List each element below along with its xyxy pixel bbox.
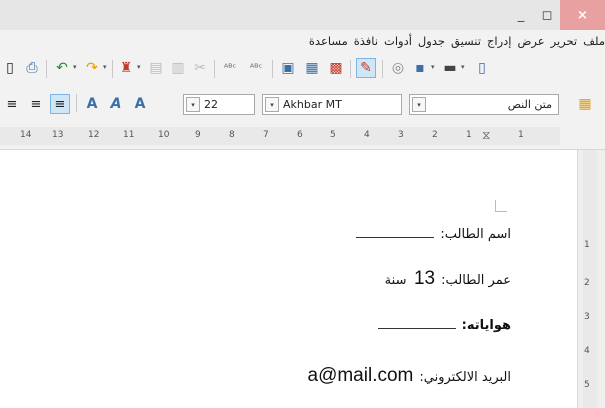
pdf-export-icon[interactable]: ▩ bbox=[326, 58, 346, 78]
copy-icon[interactable]: ▥ bbox=[168, 58, 188, 78]
ruler-number: 10 bbox=[158, 130, 170, 140]
redo-dropdown-icon[interactable]: ▾ bbox=[103, 63, 107, 71]
align-left-icon[interactable]: ≡ bbox=[50, 94, 70, 114]
formatting-toolbar: ≡ ≡ ≡ A A A ▾ 22 ▾ Akhbar MT ▾ متن النص … bbox=[0, 86, 605, 122]
sidebar-icon[interactable]: ▦ bbox=[575, 94, 595, 114]
toolbar-separator bbox=[272, 60, 273, 78]
menu-bar: ملف تحرير عرض إدراج تنسيق جدول أدوات ناف… bbox=[0, 30, 605, 52]
student-age-label: عمر الطالب: bbox=[441, 273, 511, 288]
ruler-number: 6 bbox=[297, 130, 303, 140]
text-boundary-corner bbox=[495, 200, 507, 212]
menu-file[interactable]: ملف bbox=[583, 34, 605, 48]
email-value: a@mail.com bbox=[307, 365, 414, 386]
fontwork-icon[interactable]: ◎ bbox=[388, 58, 408, 78]
font-name-combo[interactable]: ▾ Akhbar MT bbox=[262, 94, 402, 115]
ruler-number: 9 bbox=[195, 130, 201, 140]
ruler-number: 1 bbox=[518, 130, 524, 140]
ruler-number: 7 bbox=[263, 130, 269, 140]
horizontal-ruler[interactable]: 14 13 12 11 10 9 8 7 6 5 4 3 2 1 ⧖ 1 bbox=[0, 122, 605, 150]
title-bar: _ ◻ × bbox=[0, 0, 605, 30]
ruler-number: 8 bbox=[229, 130, 235, 140]
hobbies-blank bbox=[377, 319, 456, 329]
open-icon[interactable]: ▬ bbox=[440, 58, 460, 78]
undo-dropdown-icon[interactable]: ▾ bbox=[73, 63, 77, 71]
vruler-number: 3 bbox=[584, 312, 590, 322]
student-name-label: اسم الطالب: bbox=[440, 227, 511, 242]
save-dropdown-icon[interactable]: ▾ bbox=[431, 63, 435, 71]
vruler-number: 5 bbox=[584, 380, 590, 390]
menu-format[interactable]: تنسيق bbox=[451, 34, 481, 48]
chevron-down-icon[interactable]: ▾ bbox=[186, 97, 200, 112]
vruler-number: 1 bbox=[584, 240, 590, 250]
paragraph-style-value: متن النص bbox=[507, 98, 552, 111]
toolbar-separator bbox=[76, 94, 77, 112]
align-right-icon[interactable]: ≡ bbox=[2, 94, 22, 114]
redo-icon[interactable]: ↷ bbox=[82, 58, 102, 78]
ruler-number: 1 bbox=[466, 130, 472, 140]
cut-icon[interactable]: ✂ bbox=[190, 58, 210, 78]
email-label: البريد الالكتروني: bbox=[419, 370, 511, 385]
open-dropdown-icon[interactable]: ▾ bbox=[461, 63, 465, 71]
ruler-number: 5 bbox=[330, 130, 336, 140]
toolbar-separator bbox=[350, 60, 351, 78]
menu-view[interactable]: عرض bbox=[517, 34, 544, 48]
menu-edit[interactable]: تحرير bbox=[551, 34, 578, 48]
bold-fontwork-icon[interactable]: A bbox=[130, 94, 150, 114]
font-size-combo[interactable]: ▾ 22 bbox=[183, 94, 255, 115]
toolbar-separator bbox=[382, 60, 383, 78]
ruler-strip bbox=[0, 127, 560, 145]
indent-marker-icon[interactable]: ⧖ bbox=[482, 128, 490, 143]
toolbar-separator bbox=[112, 60, 113, 78]
new-document-icon[interactable]: ▯ bbox=[472, 58, 492, 78]
paste-icon[interactable]: ▤ bbox=[146, 58, 166, 78]
spellcheck-icon[interactable]: ᴬᴮᶜ bbox=[220, 58, 240, 78]
save-icon[interactable]: ▪ bbox=[410, 58, 430, 78]
toggle-edit-mode-icon[interactable]: ✎ bbox=[356, 58, 376, 78]
menu-tools[interactable]: أدوات bbox=[384, 34, 412, 48]
ruler-number: 12 bbox=[88, 130, 100, 140]
ruler-number: 2 bbox=[432, 130, 438, 140]
clone-formatting-icon[interactable]: ♜ bbox=[116, 58, 136, 78]
chevron-down-icon[interactable]: ▾ bbox=[412, 97, 426, 112]
hobbies-label: هواياته: bbox=[461, 318, 511, 333]
menu-table[interactable]: جدول bbox=[418, 34, 445, 48]
chevron-down-icon[interactable]: ▾ bbox=[265, 97, 279, 112]
italic-fontwork-icon[interactable]: A bbox=[106, 94, 126, 114]
navigator-icon[interactable]: ▣ bbox=[278, 58, 298, 78]
close-button[interactable]: × bbox=[560, 0, 605, 30]
toolbar-separator bbox=[46, 60, 47, 78]
student-age-value: 13 bbox=[413, 268, 436, 289]
standard-toolbar: ▯ ⎙ ↶ ▾ ↷ ▾ ♜ ▾ ▤ ▥ ✂ ᴬᴮᶜ ᴬᴮᶜ ▣ ▦ ▩ ✎ ◎ … bbox=[0, 52, 605, 86]
menu-insert[interactable]: إدراج bbox=[487, 34, 512, 48]
menu-help[interactable]: مساعدة bbox=[309, 34, 348, 48]
align-center-icon[interactable]: ≡ bbox=[26, 94, 46, 114]
maximize-button[interactable]: ◻ bbox=[532, 0, 562, 30]
save-toolbar-icon[interactable]: ▦ bbox=[302, 58, 322, 78]
autospell-icon[interactable]: ᴬᴮᶜ bbox=[246, 58, 266, 78]
student-age-unit: سنة bbox=[384, 273, 407, 288]
ruler-number: 4 bbox=[364, 130, 370, 140]
undo-icon[interactable]: ↶ bbox=[52, 58, 72, 78]
font-color-icon[interactable]: A bbox=[82, 94, 102, 114]
ruler-number: 11 bbox=[123, 130, 135, 140]
document-icon[interactable]: ▯ bbox=[0, 58, 20, 78]
ruler-number: 13 bbox=[52, 130, 64, 140]
menu-window[interactable]: نافذة bbox=[354, 34, 378, 48]
toolbar-separator bbox=[214, 60, 215, 78]
ruler-number: 14 bbox=[20, 130, 32, 140]
vruler-number: 2 bbox=[584, 278, 590, 288]
font-name-value: Akhbar MT bbox=[283, 98, 342, 111]
paragraph-style-combo[interactable]: ▾ متن النص bbox=[409, 94, 559, 115]
student-name-blank bbox=[356, 228, 435, 238]
email-line[interactable]: البريد الالكتروني: a@mail.com bbox=[308, 365, 512, 387]
clone-dropdown-icon[interactable]: ▾ bbox=[137, 63, 141, 71]
font-size-value: 22 bbox=[204, 98, 218, 111]
student-age-line[interactable]: عمر الطالب: 13 سنة bbox=[385, 268, 511, 290]
student-name-line[interactable]: اسم الطالب: bbox=[356, 227, 511, 242]
hobbies-line[interactable]: هواياته: bbox=[377, 318, 511, 333]
vruler-number: 4 bbox=[584, 346, 590, 356]
ruler-number: 3 bbox=[398, 130, 404, 140]
print-preview-icon[interactable]: ⎙ bbox=[22, 58, 42, 78]
